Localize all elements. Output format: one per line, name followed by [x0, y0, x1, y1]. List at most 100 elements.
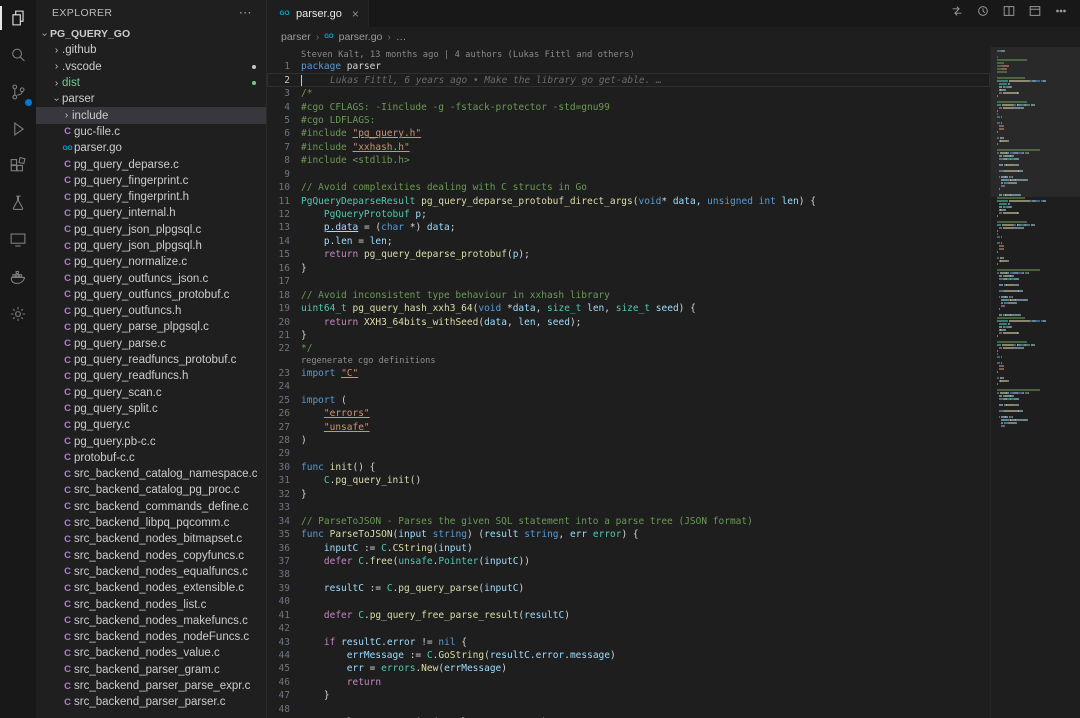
tree-item[interactable]: Cpg_query.pb-c.c	[36, 433, 266, 449]
search-icon[interactable]	[6, 43, 30, 67]
tree-item[interactable]: Cpg_query_parse.c	[36, 336, 266, 352]
c-file-icon: C	[61, 273, 74, 284]
testing-icon[interactable]	[6, 191, 30, 215]
breadcrumb-item[interactable]: …	[396, 31, 407, 43]
tree-item-label: src_backend_commands_define.c	[74, 501, 249, 513]
tree-item-label: pg_query_deparse.c	[74, 159, 179, 171]
minimap-line	[997, 257, 1076, 259]
explorer-icon[interactable]	[6, 6, 30, 30]
tree-item[interactable]: Csrc_backend_nodes_extensible.c	[36, 580, 266, 596]
tree-item[interactable]: Csrc_backend_parser_gram.c	[36, 662, 266, 678]
tree-item[interactable]: Cpg_query_internal.h	[36, 205, 266, 221]
line-number: 2	[267, 75, 301, 86]
minimap-line	[997, 311, 1076, 313]
source-control-icon[interactable]	[6, 80, 30, 104]
tree-item-label: pg_query_readfuncs.h	[74, 370, 188, 382]
tree-item[interactable]: Csrc_backend_nodes_equalfuncs.c	[36, 564, 266, 580]
tree-item[interactable]: Cpg_query_readfuncs.h	[36, 368, 266, 384]
code-area[interactable]: Steven Kalt, 13 months ago | 4 authors (…	[267, 47, 990, 718]
tree-item[interactable]: ›parser	[36, 91, 266, 107]
minimap[interactable]	[990, 47, 1080, 718]
tree-item[interactable]: Cpg_query.c	[36, 417, 266, 433]
line-number: 7	[267, 142, 301, 153]
tree-item[interactable]: Cpg_query_json_plpgsql.h	[36, 238, 266, 254]
layout-icon[interactable]	[1028, 4, 1042, 23]
tab-parser-go[interactable]: GO parser.go ×	[267, 0, 369, 27]
line-number: 48	[267, 704, 301, 715]
line-number: 8	[267, 155, 301, 166]
minimap-line	[997, 302, 1076, 304]
tree-item[interactable]: GOparser.go	[36, 140, 266, 156]
tree-item[interactable]: Cpg_query_scan.c	[36, 385, 266, 401]
tree-item[interactable]: Cpg_query_deparse.c	[36, 156, 266, 172]
minimap-line	[997, 380, 1076, 382]
activity-bar	[0, 0, 36, 718]
c-file-icon: C	[61, 648, 74, 659]
tree-item[interactable]: Csrc_backend_nodes_nodeFuncs.c	[36, 629, 266, 645]
minimap-line	[997, 419, 1076, 421]
tree-item[interactable]: Csrc_backend_nodes_copyfuncs.c	[36, 548, 266, 564]
tree-item[interactable]: Csrc_backend_nodes_makefuncs.c	[36, 613, 266, 629]
tree-item[interactable]: Csrc_backend_commands_define.c	[36, 499, 266, 515]
minimap-line	[997, 389, 1076, 391]
minimap-line	[997, 293, 1076, 295]
minimap-line	[997, 236, 1076, 238]
tree-item-label: guc-file.c	[74, 126, 120, 138]
tree-item[interactable]: Cpg_query_outfuncs.h	[36, 303, 266, 319]
tree-item[interactable]: Csrc_backend_parser_parser.c	[36, 694, 266, 710]
docker-icon[interactable]	[6, 265, 30, 289]
tree-item[interactable]: Csrc_backend_catalog_namespace.c	[36, 466, 266, 482]
tree-item[interactable]: Cpg_query_readfuncs_protobuf.c	[36, 352, 266, 368]
codelens-link[interactable]: regenerate cgo definitions	[267, 356, 990, 367]
tree-item[interactable]: Cpg_query_split.c	[36, 401, 266, 417]
code-editor[interactable]: Steven Kalt, 13 months ago | 4 authors (…	[267, 47, 1080, 718]
code-line: 44 errMessage := C.GoString(resultC.erro…	[267, 649, 990, 662]
c-file-icon: C	[61, 632, 74, 643]
tree-item[interactable]: ›include	[36, 107, 266, 123]
tree-item[interactable]: Cpg_query_parse_plpgsql.c	[36, 319, 266, 335]
tab-bar: GO parser.go ×	[267, 0, 1080, 27]
run-debug-icon[interactable]	[6, 117, 30, 141]
tree-item[interactable]: Cpg_query_outfuncs_json.c	[36, 270, 266, 286]
breadcrumb-item[interactable]: parser	[281, 31, 311, 43]
remote-explorer-icon[interactable]	[6, 228, 30, 252]
code-line: 10// Avoid complexities dealing with C s…	[267, 181, 990, 194]
tree-item[interactable]: Cguc-file.c	[36, 124, 266, 140]
tree-item-label: pg_query_json_plpgsql.h	[74, 240, 202, 252]
tree-root-pg-query-go[interactable]: ›PG_QUERY_GO	[36, 26, 266, 42]
minimap-line	[997, 308, 1076, 310]
tree-item[interactable]: Csrc_backend_nodes_value.c	[36, 645, 266, 661]
tree-item[interactable]: Csrc_backend_parser_parse_expr.c	[36, 678, 266, 694]
tree-item[interactable]: ›.vscode	[36, 59, 266, 75]
minimap-line	[997, 410, 1076, 412]
tree-item[interactable]: ›.github	[36, 42, 266, 58]
breadcrumb-separator: ›	[316, 31, 320, 43]
split-editor-icon[interactable]	[1002, 4, 1016, 23]
breadcrumb-item[interactable]: parser.go	[339, 31, 383, 43]
tree-item[interactable]: Cpg_query_normalize.c	[36, 254, 266, 270]
more-actions-icon[interactable]	[1054, 4, 1068, 23]
tree-item[interactable]: Cpg_query_fingerprint.c	[36, 173, 266, 189]
minimap-line	[997, 359, 1076, 361]
tree-item[interactable]: Csrc_backend_nodes_bitmapset.c	[36, 531, 266, 547]
tree-item[interactable]: Csrc_backend_catalog_pg_proc.c	[36, 482, 266, 498]
chevron-right-icon: ›	[51, 61, 62, 72]
tree-item-label: src_backend_nodes_list.c	[74, 599, 206, 611]
tree-item[interactable]: ›dist	[36, 75, 266, 91]
tree-item[interactable]: Cprotobuf-c.c	[36, 450, 266, 466]
tree-item[interactable]: Csrc_backend_nodes_list.c	[36, 596, 266, 612]
tree-item[interactable]: Cpg_query_fingerprint.h	[36, 189, 266, 205]
settings-icon[interactable]	[6, 302, 30, 326]
open-changes-icon[interactable]	[950, 4, 964, 23]
line-number: 3	[267, 88, 301, 99]
extensions-icon[interactable]	[6, 154, 30, 178]
code-line: 48	[267, 703, 990, 716]
tree-item[interactable]: Cpg_query_json_plpgsql.c	[36, 222, 266, 238]
code-line: 17	[267, 275, 990, 288]
close-tab-icon[interactable]: ×	[352, 7, 359, 21]
tree-item[interactable]: Cpg_query_outfuncs_protobuf.c	[36, 287, 266, 303]
minimap-line	[997, 377, 1076, 379]
tree-item[interactable]: Csrc_backend_libpq_pqcomm.c	[36, 515, 266, 531]
timeline-icon[interactable]	[976, 4, 990, 23]
more-actions-icon[interactable]: ⋯	[239, 5, 252, 21]
